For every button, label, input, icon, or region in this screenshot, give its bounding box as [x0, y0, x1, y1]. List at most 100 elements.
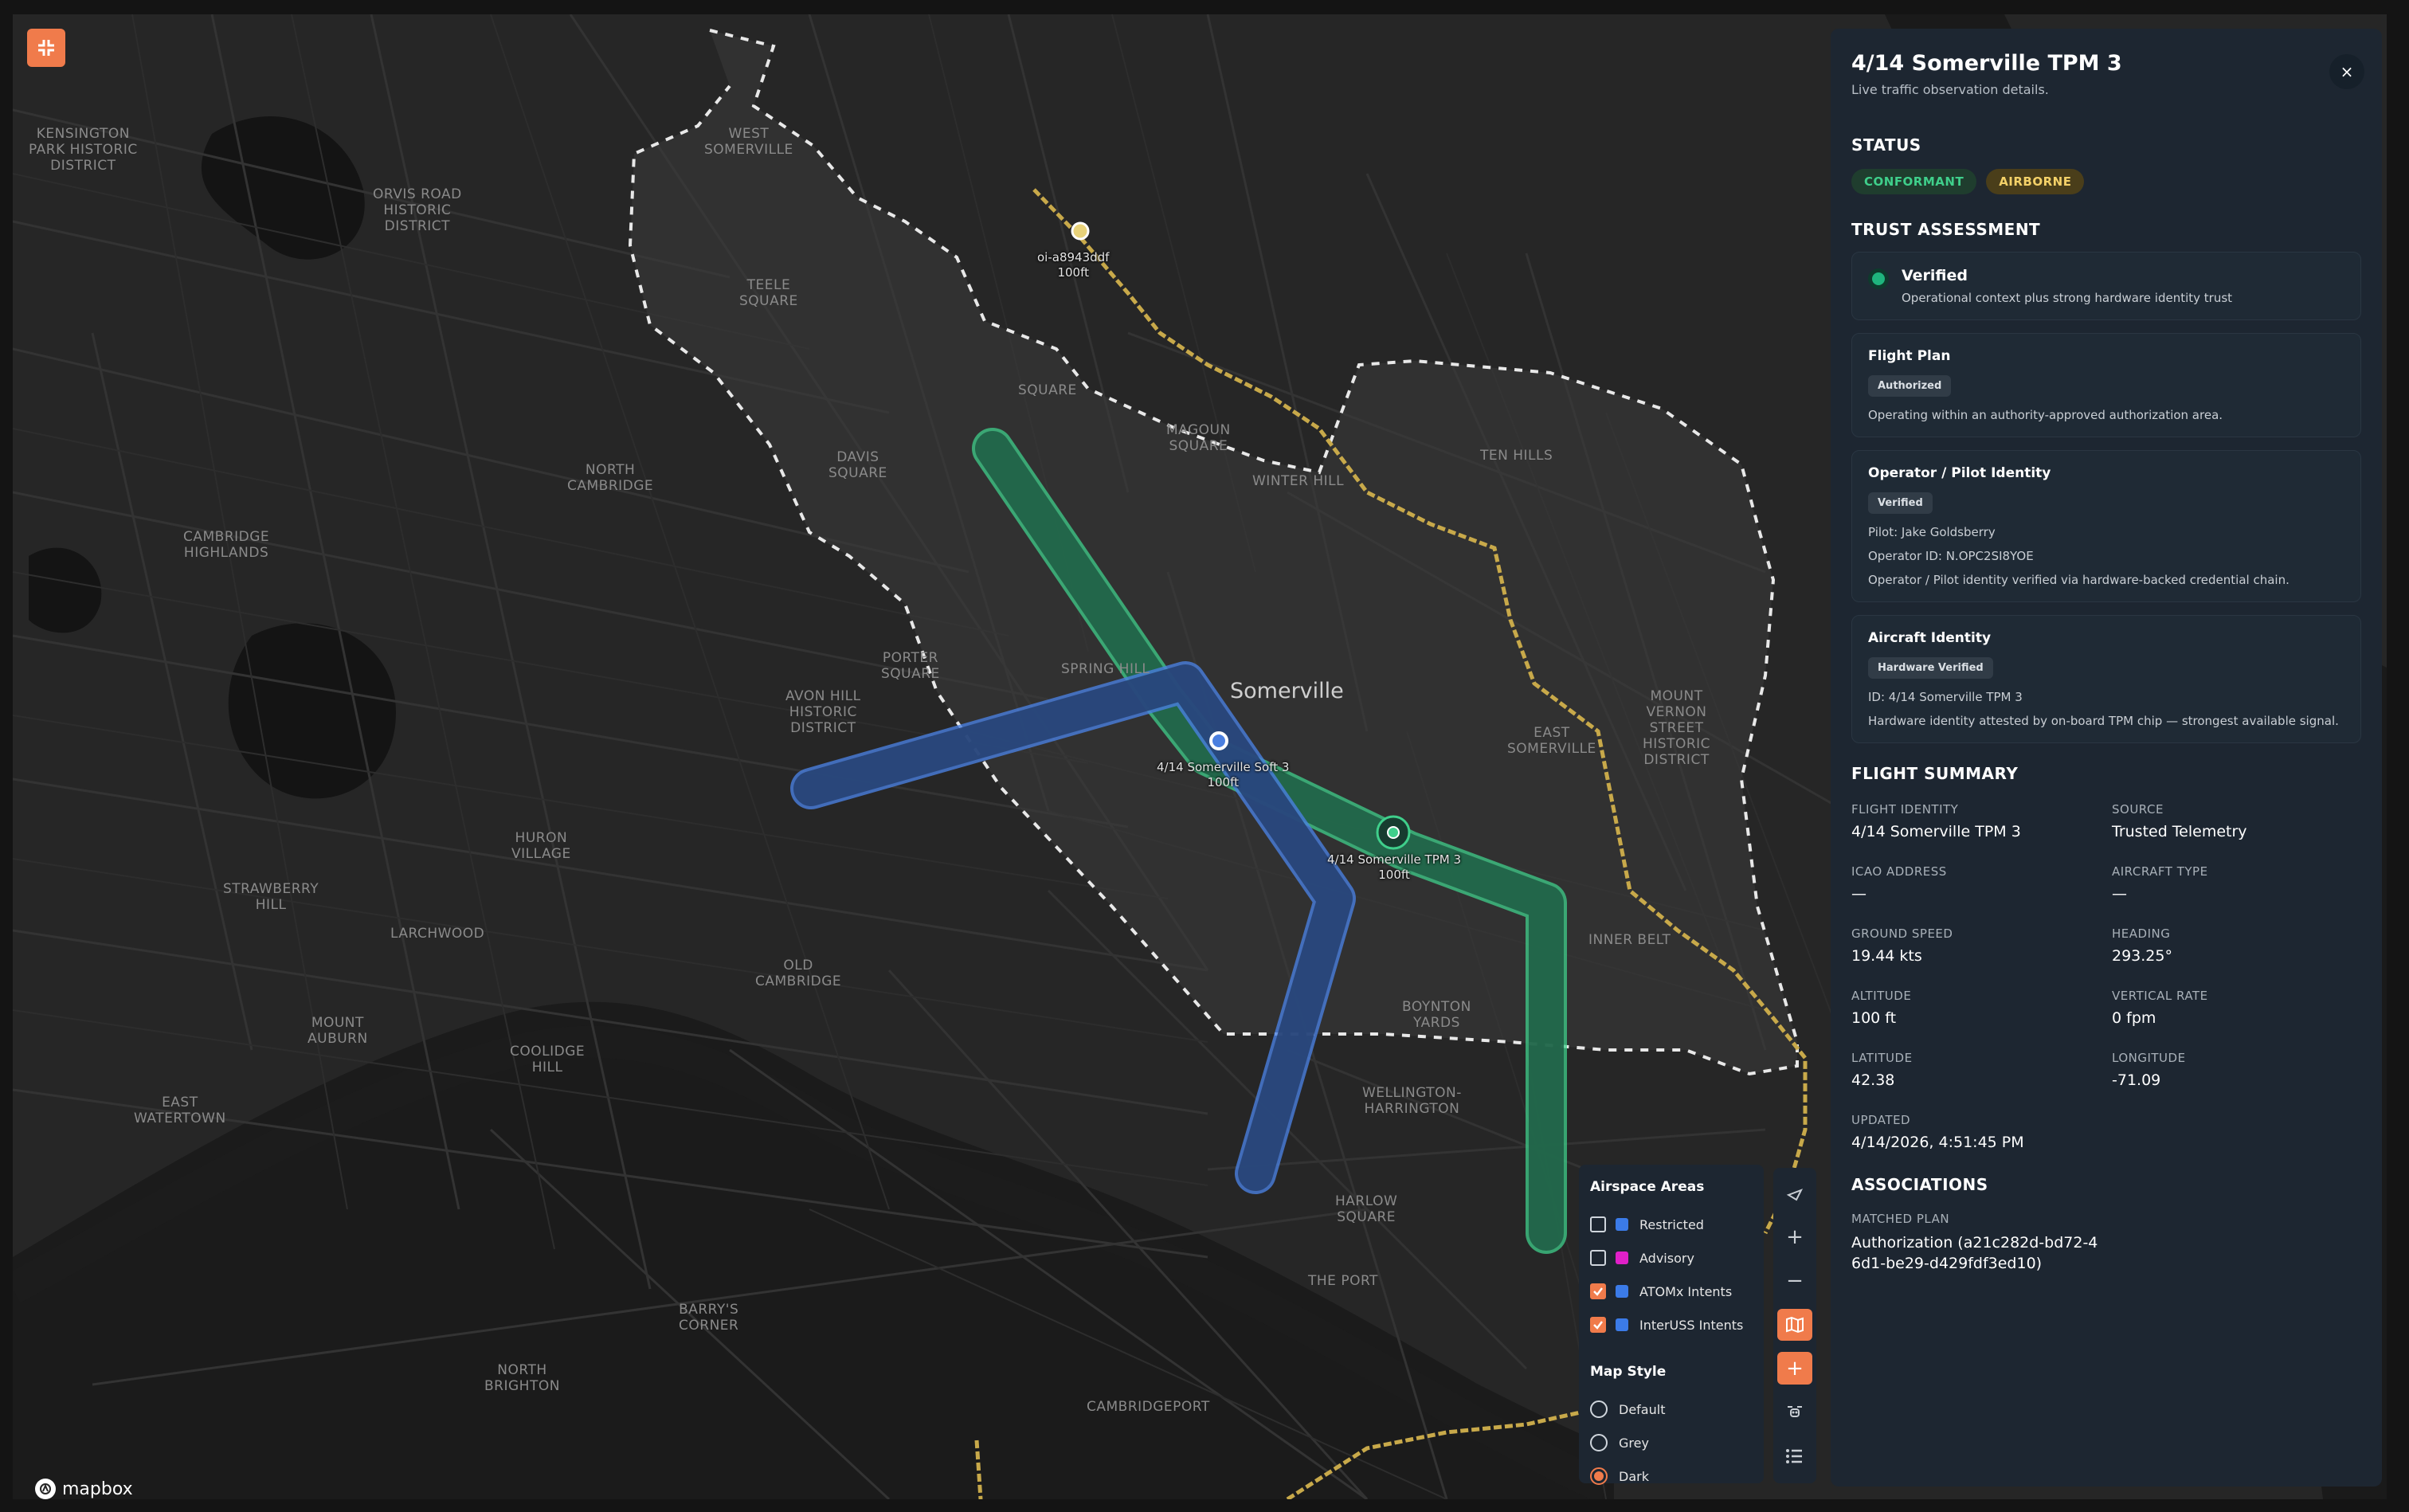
summary-label: LONGITUDE — [2112, 1051, 2186, 1065]
place-barrys-corner: BARRY'S CORNER — [679, 1302, 739, 1334]
place-the-port: THE PORT — [1308, 1273, 1378, 1289]
summary-label: LATITUDE — [1851, 1051, 1913, 1065]
advisory-label: Advisory — [1639, 1250, 1694, 1266]
summary-icao-address: ICAO ADDRESS — — [1851, 864, 2112, 903]
map-layers-button[interactable] — [1777, 1308, 1812, 1342]
atomx-intents-checkbox[interactable] — [1590, 1283, 1606, 1299]
place-larchwood: LARCHWOOD — [390, 926, 485, 942]
summary-value: 19.44 kts — [1851, 947, 1922, 965]
place-avon-hill: AVON HILL HISTORIC DISTRICT — [785, 688, 861, 736]
operator-identity-tag: Verified — [1868, 492, 1933, 514]
atomx-intents-swatch — [1616, 1285, 1628, 1298]
advisory-swatch — [1616, 1252, 1628, 1264]
add-button[interactable]: + — [1777, 1352, 1812, 1385]
trust-assessment-title: TRUST ASSESSMENT — [1851, 220, 2041, 239]
summary-heading: HEADING 293.25° — [2112, 926, 2351, 965]
zoom-out-button[interactable]: − — [1777, 1265, 1812, 1298]
place-coolidge-hill: COOLIDGE HILL — [510, 1044, 586, 1075]
place-magoun-square: MAGOUN SQUARE — [1166, 422, 1231, 454]
status-title: STATUS — [1851, 135, 1921, 155]
map-toolbar: + − + — [1773, 1168, 1816, 1483]
observation-details-panel: 4/14 Somerville TPM 3 Live traffic obser… — [1831, 29, 2382, 1487]
zoom-in-button[interactable]: + — [1777, 1221, 1812, 1254]
trust-verdict-card: Verified Operational context plus strong… — [1851, 252, 2361, 320]
style-default-radio[interactable] — [1590, 1400, 1608, 1418]
interuss-intents-label: InterUSS Intents — [1639, 1317, 1744, 1333]
atomx-intents-label: ATOMx Intents — [1639, 1283, 1733, 1299]
flight-plan-card: Flight Plan Authorized Operating within … — [1851, 333, 2361, 437]
flight-label-oi-a8943ddf[interactable]: oi-a8943ddf 100ft — [1037, 250, 1109, 280]
drone-button[interactable] — [1777, 1396, 1812, 1428]
status-badges: CONFORMANT AIRBORNE — [1851, 169, 2361, 194]
summary-altitude: ALTITUDE 100 ft — [1851, 989, 2112, 1027]
style-grey-radio[interactable] — [1590, 1434, 1608, 1451]
collapse-button[interactable] — [27, 29, 65, 67]
place-mount-vernon: MOUNT VERNON STREET HISTORIC DISTRICT — [1643, 688, 1711, 768]
app-root: KENSINGTON PARK HISTORIC DISTRICT ORVIS RO… — [0, 0, 2409, 1512]
compass-button[interactable] — [1777, 1177, 1812, 1210]
summary-value: — — [2112, 885, 2127, 903]
summary-aircraft-type: AIRCRAFT TYPE — — [2112, 864, 2351, 903]
place-square: SQUARE — [1018, 382, 1077, 398]
flight-label-somerville-soft-3[interactable]: 4/14 Somerville Soft 3 100ft — [1157, 760, 1289, 790]
summary-longitude: LONGITUDE -71.09 — [2112, 1051, 2351, 1089]
drone-icon — [1788, 1405, 1802, 1417]
style-dark[interactable]: Dark — [1590, 1459, 1753, 1493]
flight-label-somerville-tpm-3[interactable]: 4/14 Somerville TPM 3 100ft — [1327, 852, 1461, 883]
style-dark-radio[interactable] — [1590, 1467, 1608, 1485]
style-grey[interactable]: Grey — [1590, 1426, 1753, 1459]
list-icon — [1786, 1448, 1802, 1463]
mapbox-attribution[interactable]: mapbox — [35, 1479, 133, 1499]
flight-plan-title: Flight Plan — [1868, 348, 1951, 364]
layer-atomx-intents[interactable]: ATOMx Intents — [1590, 1275, 1753, 1308]
place-harlow-square: HARLOW SQUARE — [1335, 1193, 1398, 1225]
summary-latitude: LATITUDE 42.38 — [1851, 1051, 2112, 1089]
place-teele-square: TEELE SQUARE — [739, 277, 798, 309]
summary-value: 100 ft — [1851, 1009, 1897, 1027]
place-wellington-harrington: WELLINGTON- HARRINGTON — [1362, 1085, 1462, 1117]
place-strawberry-hill: STRAWBERRY HILL — [223, 881, 319, 913]
panel-title: 4/14 Somerville TPM 3 — [1851, 51, 2122, 76]
summary-value: 293.25° — [2112, 947, 2172, 965]
compass-icon — [1786, 1189, 1804, 1201]
verified-status-icon — [1868, 268, 1889, 289]
interuss-intents-checkbox[interactable] — [1590, 1317, 1606, 1333]
layer-interuss-intents[interactable]: InterUSS Intents — [1590, 1308, 1753, 1342]
restricted-label: Restricted — [1639, 1216, 1704, 1232]
restricted-checkbox[interactable] — [1590, 1216, 1606, 1232]
associations-title: ASSOCIATIONS — [1851, 1175, 1988, 1194]
summary-label: ICAO ADDRESS — [1851, 864, 1947, 879]
place-north-cambridge: NORTH CAMBRIDGE — [567, 462, 654, 494]
summary-label: ALTITUDE — [1851, 989, 1912, 1003]
place-east-watertown: EAST WATERTOWN — [134, 1095, 226, 1126]
summary-label: SOURCE — [2112, 802, 2164, 817]
summary-flight-identity: FLIGHT IDENTITY 4/14 Somerville TPM 3 — [1851, 802, 2112, 840]
close-button[interactable]: × — [2329, 54, 2364, 89]
updated-label: UPDATED — [1851, 1113, 1911, 1127]
summary-label: VERTICAL RATE — [2112, 989, 2208, 1003]
summary-label: GROUND SPEED — [1851, 926, 1953, 941]
summary-value: 42.38 — [1851, 1071, 1895, 1089]
summary-source: SOURCE Trusted Telemetry — [2112, 802, 2351, 840]
summary-label: HEADING — [2112, 926, 2171, 941]
place-old-cambridge: OLD CAMBRIDGE — [755, 958, 842, 989]
style-default-label: Default — [1619, 1401, 1666, 1417]
place-boynton-yards: BOYNTON YARDS — [1402, 999, 1471, 1031]
summary-value: 0 fpm — [2112, 1009, 2156, 1027]
summary-ground-speed: GROUND SPEED 19.44 kts — [1851, 926, 2112, 965]
matched-plan-value[interactable]: Authorization (a21c282d-bd72-46d1-be29-d… — [1851, 1232, 2106, 1274]
list-button[interactable] — [1777, 1440, 1812, 1472]
map-icon — [1786, 1316, 1804, 1334]
place-cambridgeport: CAMBRIDGEPORT — [1087, 1399, 1210, 1415]
layer-restricted[interactable]: Restricted — [1590, 1208, 1753, 1241]
place-east-somerville: EAST SOMERVILLE — [1507, 725, 1596, 757]
aircraft-identity-text: Hardware identity attested by on-board T… — [1868, 714, 2339, 728]
advisory-checkbox[interactable] — [1590, 1250, 1606, 1266]
layer-advisory[interactable]: Advisory — [1590, 1241, 1753, 1275]
place-orvis-road: ORVIS ROAD HISTORIC DISTRICT — [373, 186, 462, 234]
operator-id: Operator ID: N.OPC2SI8YOE — [1868, 549, 2034, 563]
style-default[interactable]: Default — [1590, 1393, 1753, 1426]
airspace-areas-title: Airspace Areas — [1590, 1179, 1705, 1195]
place-winter-hill: WINTER HILL — [1252, 473, 1345, 489]
place-cambridge-highlands: CAMBRIDGE HIGHLANDS — [183, 529, 270, 561]
